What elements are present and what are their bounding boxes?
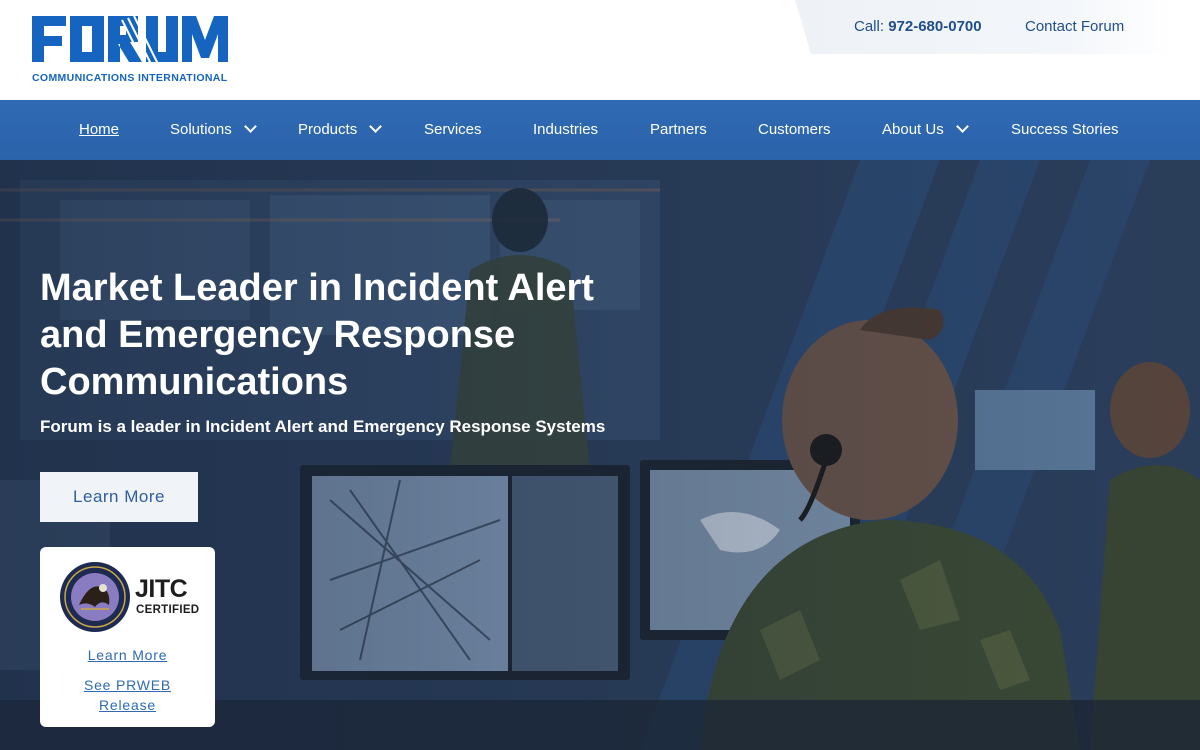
nav-item-label: Services — [424, 121, 482, 138]
nav-item-solutions[interactable]: Solutions — [170, 100, 257, 160]
prweb-release-link-line1[interactable]: See PRWEB — [40, 675, 215, 695]
call-label: Call: — [854, 18, 885, 35]
call-phone[interactable]: Call: 972-680-0700 — [854, 18, 982, 35]
nav-item-label: About Us — [882, 121, 944, 138]
learn-more-button[interactable]: Learn More — [40, 472, 198, 522]
nav-item-home[interactable]: Home — [79, 100, 119, 160]
forum-logo-wordmark — [32, 15, 228, 72]
nav-item-label: Products — [298, 121, 358, 138]
nav-item-about-us[interactable]: About Us — [882, 100, 969, 160]
chevron-down-icon[interactable] — [369, 120, 383, 133]
nav-item-label: Home — [79, 121, 120, 138]
jitc-certified-label: CERTIFIED — [136, 604, 200, 616]
nav-item-customers[interactable]: Customers — [758, 100, 831, 160]
site-header: COMMUNICATIONS INTERNATIONAL Call: 972-6… — [0, 0, 1200, 100]
nav-item-label: Customers — [758, 121, 831, 138]
prweb-release-link-line2[interactable]: Release — [40, 695, 215, 715]
jitc-seal-icon — [60, 562, 130, 632]
phone-number[interactable]: 972-680-0700 — [888, 18, 981, 35]
hero-subhead: Forum is a leader in Incident Alert and … — [40, 417, 606, 436]
nav-item-success-stories[interactable]: Success Stories — [1011, 100, 1119, 160]
nav-item-label: Partners — [650, 121, 707, 138]
hero-section: Market Leader in Incident Alert and Emer… — [0, 160, 1200, 750]
jitc-title: JITC — [135, 575, 188, 603]
nav-item-label: Success Stories — [1011, 121, 1119, 138]
nav-item-industries[interactable]: Industries — [533, 100, 598, 160]
forum-logo[interactable]: COMMUNICATIONS INTERNATIONAL — [30, 14, 232, 86]
nav-item-services[interactable]: Services — [424, 100, 482, 160]
contact-forum-link[interactable]: Contact Forum — [1025, 18, 1124, 35]
chevron-down-icon[interactable] — [243, 120, 257, 133]
main-nav: Home Solutions Products Services Industr… — [0, 100, 1200, 160]
nav-item-label: Industries — [533, 121, 599, 138]
chevron-down-icon[interactable] — [955, 120, 969, 133]
hero-headline: Market Leader in Incident Alert and Emer… — [40, 267, 594, 403]
jitc-certified-card: JITC CERTIFIED Learn More See PRWEB Rele… — [40, 547, 215, 727]
nav-item-partners[interactable]: Partners — [650, 100, 707, 160]
nav-item-products[interactable]: Products — [298, 100, 383, 160]
logo-subtitle: COMMUNICATIONS INTERNATIONAL — [32, 72, 228, 84]
nav-item-label: Solutions — [170, 121, 232, 138]
jitc-learn-more-link[interactable]: Learn More — [40, 645, 215, 665]
